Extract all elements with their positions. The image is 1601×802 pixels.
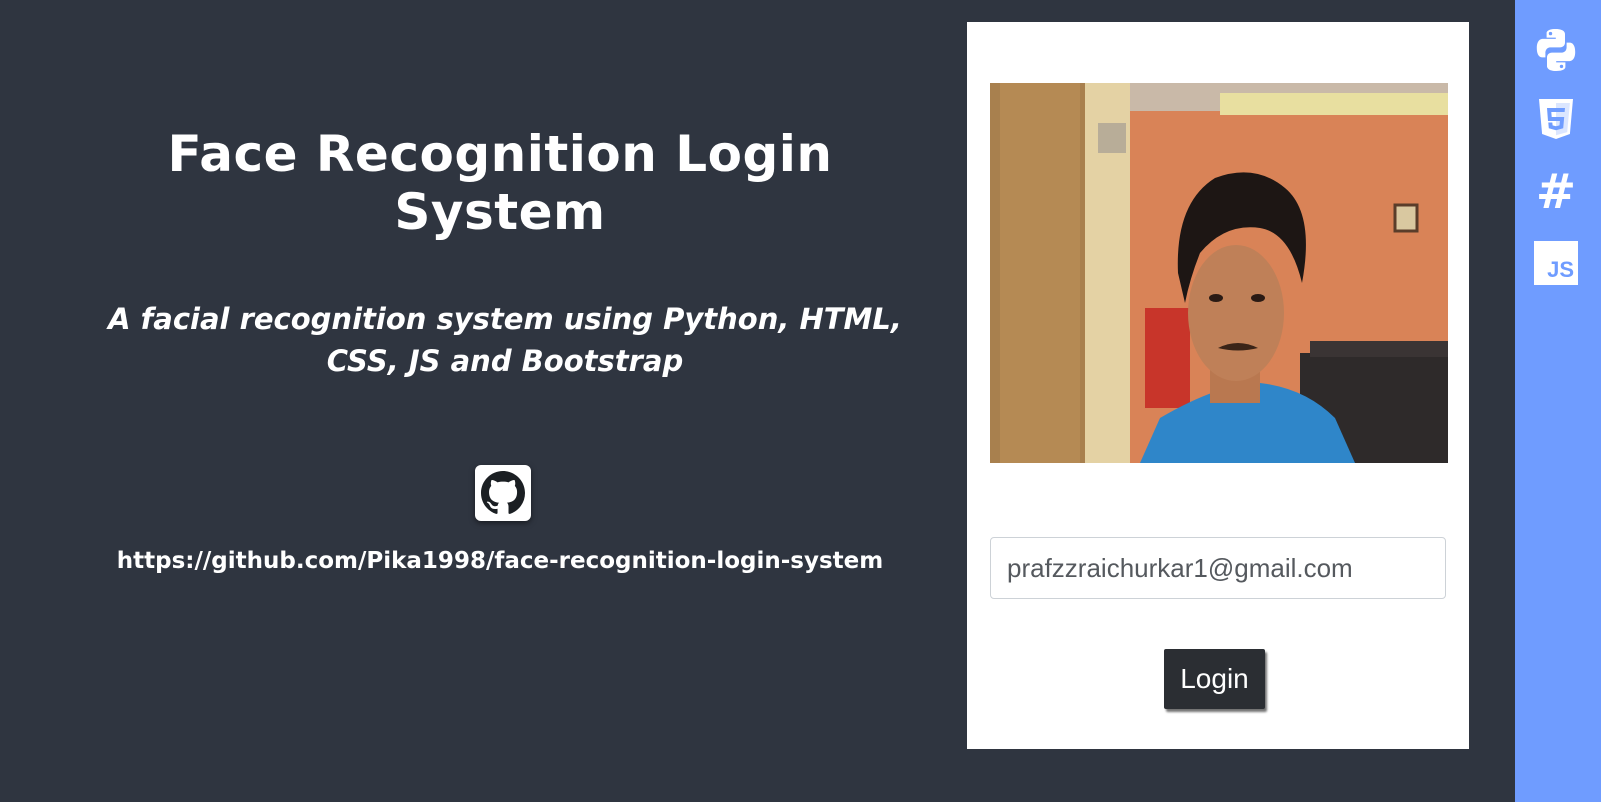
github-link-button[interactable]	[475, 465, 531, 521]
tech-sidebar: # JS	[1515, 0, 1601, 802]
page-title: Face Recognition Login System	[167, 125, 833, 241]
page-subtitle: A facial recognition system using Python…	[108, 302, 902, 378]
js-label: JS	[1547, 257, 1574, 282]
webcam-image	[990, 83, 1448, 463]
email-field[interactable]	[990, 537, 1446, 599]
intro-panel: Face Recognition Login System A facial r…	[60, 0, 940, 802]
login-button[interactable]: Login	[1164, 649, 1265, 709]
repo-url[interactable]: https://github.com/Pika1998/face-recogni…	[60, 548, 940, 574]
python-icon	[1532, 26, 1580, 74]
login-card: Login	[967, 22, 1469, 749]
webcam-feed	[990, 83, 1448, 463]
svg-text:#: #	[1536, 166, 1576, 214]
javascript-icon: JS	[1532, 239, 1580, 287]
html5-icon	[1532, 96, 1580, 144]
github-icon	[481, 471, 525, 514]
css-icon: #	[1532, 166, 1580, 214]
